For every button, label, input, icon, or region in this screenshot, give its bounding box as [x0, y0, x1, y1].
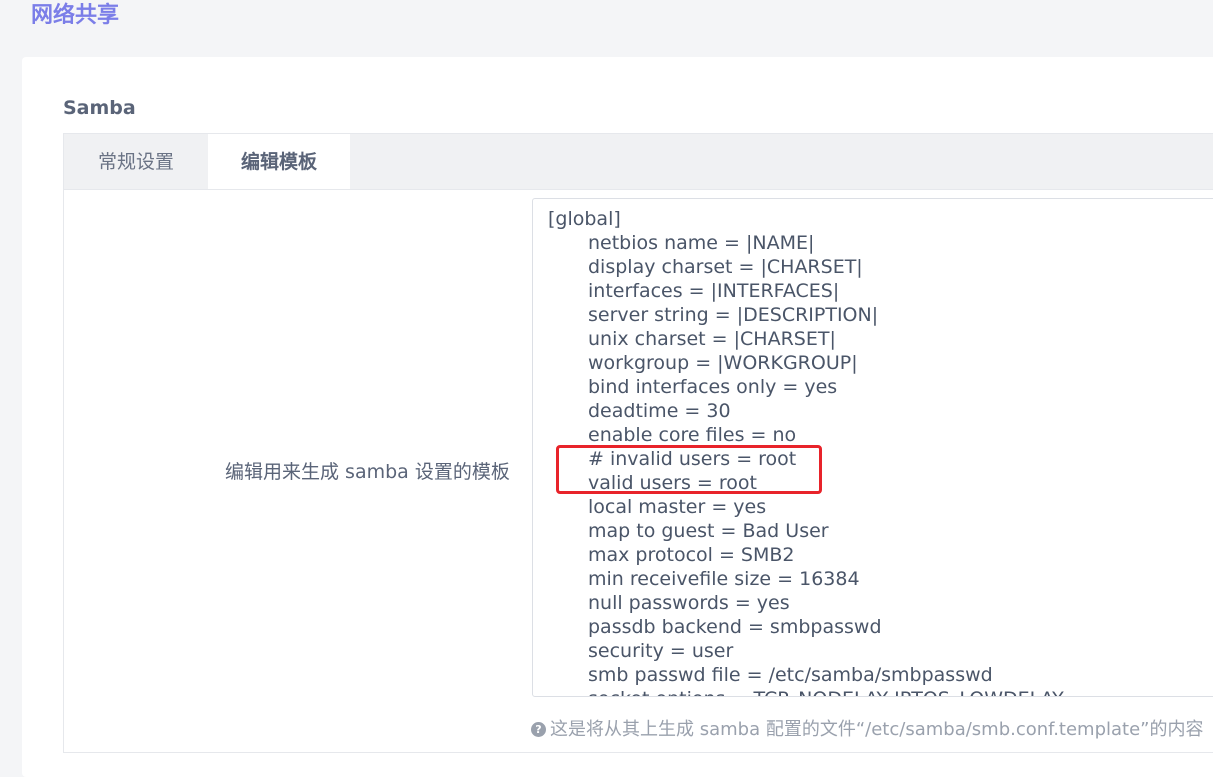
template-line: security = user [588, 640, 734, 662]
template-line: deadtime = 30 [588, 400, 731, 422]
template-line: server string = |DESCRIPTION| [588, 304, 879, 326]
template-line: netbios name = |NAME| [588, 232, 815, 254]
template-line: [global] [548, 208, 621, 230]
template-line: display charset = |CHARSET| [588, 256, 863, 278]
template-line: map to guest = Bad User [588, 520, 829, 542]
template-line: interfaces = |INTERFACES| [588, 280, 840, 302]
template-textarea[interactable]: [global] netbios name = |NAME| display cha… [532, 198, 1213, 697]
template-line: workgroup = |WORKGROUP| [588, 352, 858, 374]
template-line: smb passwd file = /etc/samba/smbpasswd [588, 664, 993, 686]
template-field-label: 编辑用来生成 samba 设置的模板 [225, 461, 510, 483]
page-title: 网络共享 [31, 3, 120, 28]
template-line: # invalid users = root [588, 448, 797, 470]
template-line: min receivefile size = 16384 [588, 568, 860, 590]
template-line: bind interfaces only = yes [588, 376, 838, 398]
template-line: null passwords = yes [588, 592, 790, 614]
template-line: socket options = TCP_NODELAY IPTOS_LOWDE… [548, 687, 1213, 696]
question-circle-icon: ? [531, 722, 546, 737]
template-line: max protocol = SMB2 [588, 544, 795, 566]
section-title: Samba [63, 97, 136, 119]
template-line: passdb backend = smbpasswd [588, 616, 882, 638]
help-text: ? 这是将从其上生成 samba 配置的文件“/etc/samba/smb.con… [531, 716, 1204, 744]
template-line: enable core files = no [588, 424, 797, 446]
tab-bar: 常规设置 编辑模板 [63, 133, 1213, 191]
template-line: valid users = root [588, 472, 757, 494]
template-line: local master = yes [588, 496, 767, 518]
template-line: unix charset = |CHARSET| [588, 328, 836, 350]
help-text-content: 这是将从其上生成 samba 配置的文件“/etc/samba/smb.conf… [550, 719, 1204, 740]
tab-edit-template[interactable]: 编辑模板 [208, 134, 350, 191]
tab-general-settings[interactable]: 常规设置 [64, 134, 208, 190]
